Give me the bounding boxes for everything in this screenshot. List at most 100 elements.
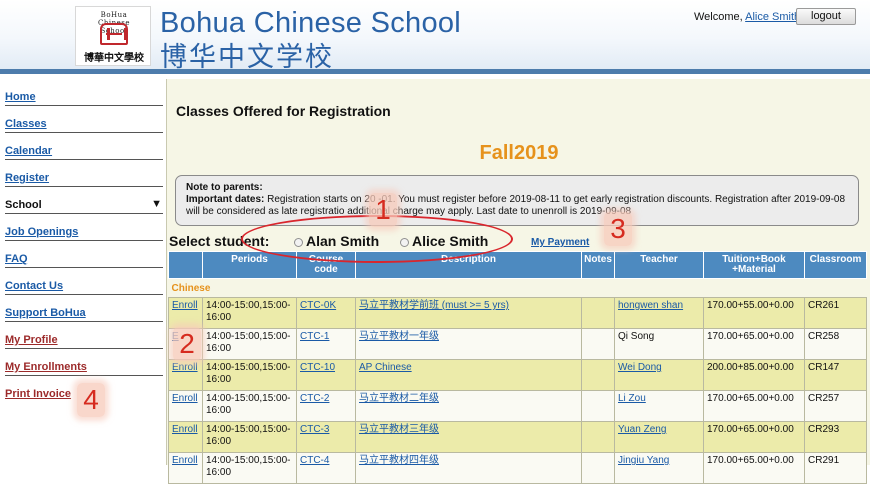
site-header: BoHua Chinese School 博華中文學校 Bohua Chines… xyxy=(0,0,870,74)
description-link[interactable]: 马立平教材二年级 xyxy=(359,393,439,404)
annotation-marker-4: 4 xyxy=(77,383,105,417)
dropdown-caret-icon[interactable]: ▼ xyxy=(151,198,162,210)
description-link[interactable]: 马立平教材三年级 xyxy=(359,424,439,435)
period-cell: 14:00-15:00,15:00-16:00 xyxy=(202,359,297,391)
annotation-marker-3: 3 xyxy=(604,212,632,246)
sidebar-item-my-profile[interactable]: My Profile xyxy=(5,322,163,349)
notes-cell xyxy=(581,452,615,484)
note-dates-label: Important dates: xyxy=(186,194,265,205)
sidebar-link-job-openings[interactable]: Job Openings xyxy=(5,226,78,238)
sidebar-link-register[interactable]: Register xyxy=(5,172,49,184)
page-title: Classes Offered for Registration xyxy=(176,103,391,119)
description-link[interactable]: 马立平教材一年级 xyxy=(359,331,439,342)
table-row: E 14:00-15:00,15:00-16:00 CTC-1 马立平教材一年级… xyxy=(168,328,867,360)
course-code-link[interactable]: CTC-2 xyxy=(300,393,329,404)
classroom-cell: CR257 xyxy=(804,390,867,422)
sidebar-item-classes[interactable]: Classes xyxy=(5,106,163,133)
tuition-cell: 170.00+65.00+0.00 xyxy=(703,421,805,453)
note-text: Registration starts on 20 -01. You must … xyxy=(186,194,846,217)
course-code-link[interactable]: CTC-3 xyxy=(300,424,329,435)
classroom-cell: CR147 xyxy=(804,359,867,391)
period-cell: 14:00-15:00,15:00-16:00 xyxy=(202,328,297,360)
sidebar-link-print-invoice[interactable]: Print Invoice xyxy=(5,388,71,400)
site-title-chinese: 博华中文学校 xyxy=(160,42,334,73)
col-header-classroom: Classroom xyxy=(804,251,867,279)
teacher-link[interactable]: Wei Dong xyxy=(618,362,662,373)
sidebar-item-faq[interactable]: FAQ xyxy=(5,241,163,268)
sidebar-label-school: School xyxy=(5,199,42,211)
tuition-cell: 200.00+85.00+0.00 xyxy=(703,359,805,391)
description-link[interactable]: 马立平教材四年级 xyxy=(359,455,439,466)
teacher-link[interactable]: Jingiu Yang xyxy=(618,455,669,466)
enroll-link[interactable]: Enroll xyxy=(172,424,198,435)
course-code-link[interactable]: CTC-4 xyxy=(300,455,329,466)
classroom-cell: CR291 xyxy=(804,452,867,484)
table-row: Enroll 14:00-15:00,15:00-16:00 CTC-4 马立平… xyxy=(168,452,867,484)
period-cell: 14:00-15:00,15:00-16:00 xyxy=(202,421,297,453)
sidebar-item-my-enrollments[interactable]: My Enrollments xyxy=(5,349,163,376)
description-link[interactable]: 马立平教材学前班 (must >= 5 yrs) xyxy=(359,300,509,311)
enroll-link[interactable]: Enroll xyxy=(172,300,198,311)
description-link[interactable]: AP Chinese xyxy=(359,362,412,373)
sidebar-item-support-bohua[interactable]: Support BoHua xyxy=(5,295,163,322)
teacher-link[interactable]: Li Zou xyxy=(618,393,646,404)
teacher-link[interactable]: hongwen shan xyxy=(618,300,683,311)
course-code-link[interactable]: CTC-10 xyxy=(300,362,335,373)
notes-cell xyxy=(581,297,615,329)
table-row: Enroll 14:00-15:00,15:00-16:00 CTC-2 马立平… xyxy=(168,390,867,422)
sidebar-item-school[interactable]: School ▼ xyxy=(5,187,163,214)
sidebar-link-contact-us[interactable]: Contact Us xyxy=(5,280,63,292)
user-name-link[interactable]: Alice Smith xyxy=(745,11,800,23)
period-cell: 14:00-15:00,15:00-16:00 xyxy=(202,390,297,422)
classroom-cell: CR261 xyxy=(804,297,867,329)
col-header-teacher: Teacher xyxy=(614,251,704,279)
sidebar-link-my-profile[interactable]: My Profile xyxy=(5,334,58,346)
welcome-prefix: Welcome, xyxy=(694,11,743,23)
col-header-action xyxy=(168,251,203,279)
table-row: Enroll 14:00-15:00,15:00-16:00 CTC-0K 马立… xyxy=(168,297,867,329)
note-heading: Note to parents: xyxy=(186,182,263,193)
col-header-tuition: Tuition+Book +Material xyxy=(703,251,805,279)
logo-chinese-text: 博華中文學校 xyxy=(84,53,144,64)
sidebar-link-faq[interactable]: FAQ xyxy=(5,253,28,265)
enroll-link[interactable]: Enroll xyxy=(172,455,198,466)
sidebar-item-job-openings[interactable]: Job Openings xyxy=(5,214,163,241)
annotation-marker-2: 2 xyxy=(173,327,201,361)
notes-cell xyxy=(581,390,615,422)
logout-button[interactable]: logout xyxy=(796,8,856,25)
tuition-cell: 170.00+65.00+0.00 xyxy=(703,452,805,484)
course-code-link[interactable]: CTC-1 xyxy=(300,331,329,342)
sidebar-link-classes[interactable]: Classes xyxy=(5,118,47,130)
category-row: Chinese xyxy=(168,278,867,298)
parent-note-box: Note to parents: Important dates: Regist… xyxy=(175,175,859,226)
notes-cell xyxy=(581,359,615,391)
teacher-link[interactable]: Yuan Zeng xyxy=(618,424,666,435)
tuition-cell: 170.00+65.00+0.00 xyxy=(703,328,805,360)
my-payment-link[interactable]: My Payment xyxy=(531,237,589,248)
sidebar-link-my-enrollments[interactable]: My Enrollments xyxy=(5,361,87,373)
annotation-marker-1: 1 xyxy=(369,193,397,227)
notes-cell xyxy=(581,328,615,360)
classroom-cell: CR293 xyxy=(804,421,867,453)
logo-emblem-icon xyxy=(100,23,128,45)
table-row: Enroll 14:00-15:00,15:00-16:00 CTC-10 AP… xyxy=(168,359,867,391)
school-logo[interactable]: BoHua Chinese School 博華中文學校 xyxy=(75,6,151,66)
sidebar-link-support-bohua[interactable]: Support BoHua xyxy=(5,307,86,319)
period-cell: 14:00-15:00,15:00-16:00 xyxy=(202,452,297,484)
enroll-link[interactable]: Enroll xyxy=(172,362,198,373)
sidebar-item-register[interactable]: Register xyxy=(5,160,163,187)
main-content: Classes Offered for Registration Fall201… xyxy=(166,79,870,484)
welcome-message: Welcome, Alice Smith xyxy=(694,11,800,23)
col-header-notes: Notes xyxy=(581,251,615,279)
sidebar-item-home[interactable]: Home xyxy=(5,79,163,106)
sidebar-item-contact-us[interactable]: Contact Us xyxy=(5,268,163,295)
course-code-link[interactable]: CTC-0K xyxy=(300,300,336,311)
teacher-cell: Qi Song xyxy=(614,328,704,360)
sidebar-link-calendar[interactable]: Calendar xyxy=(5,145,52,157)
table-header-row: Periods Course code Description Notes Te… xyxy=(168,251,867,279)
sidebar-item-calendar[interactable]: Calendar xyxy=(5,133,163,160)
tuition-cell: 170.00+65.00+0.00 xyxy=(703,390,805,422)
enroll-link[interactable]: Enroll xyxy=(172,393,198,404)
sidebar-link-home[interactable]: Home xyxy=(5,91,36,103)
classes-table: Periods Course code Description Notes Te… xyxy=(168,251,867,484)
